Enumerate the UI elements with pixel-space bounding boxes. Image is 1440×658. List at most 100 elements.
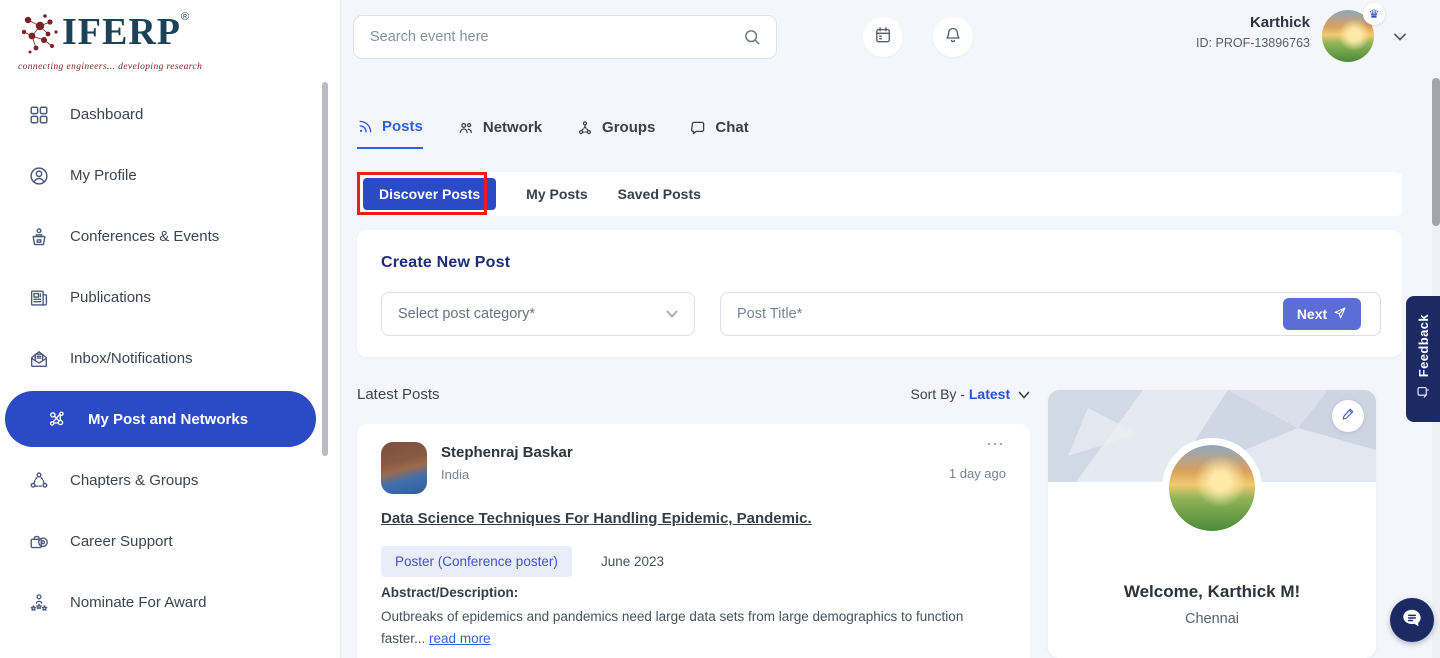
subtab-my-posts[interactable]: My Posts [526,186,587,202]
sidebar-item-label: My Profile [70,167,137,184]
sidebar-item-inbox-notifications[interactable]: Inbox/Notifications [0,328,341,389]
post-date: June 2023 [601,554,664,569]
calendar-button[interactable] [863,17,903,57]
tab-label: Groups [602,119,655,136]
post-title-link[interactable]: Data Science Techniques For Handling Epi… [381,510,1001,527]
search-icon[interactable] [742,27,776,47]
sort-by-value: Latest [969,386,1010,402]
sidebar-item-label: Dashboard [70,106,143,123]
subtab-saved-posts[interactable]: Saved Posts [618,186,701,202]
sidebar-item-my-profile[interactable]: My Profile [0,145,341,206]
profile-avatar-image[interactable] [1169,445,1255,531]
tab-chat[interactable]: Chat [689,118,748,149]
sidebar-item-label: Career Support [70,533,173,550]
hierarchy-icon [576,119,594,137]
sidebar-item-dashboard[interactable]: Dashboard [0,84,341,145]
iferp-network-logo-icon [18,10,62,61]
brand-name: IFERP [62,11,181,53]
latest-posts-heading: Latest Posts [357,386,440,403]
post-author-location: India [441,467,469,482]
post-author-name[interactable]: Stephenraj Baskar [441,444,573,461]
create-post-heading: Create New Post [381,254,510,272]
newspaper-icon [27,286,51,310]
sidebar-scrollbar[interactable] [322,82,328,456]
send-icon [1333,306,1347,323]
notifications-button[interactable] [933,17,973,57]
sort-chevron-down-icon [1018,386,1030,402]
sidebar-item-label: Inbox/Notifications [70,350,193,367]
sidebar-item-publications[interactable]: Publications [0,267,341,328]
app-root: IFERP® connecting engineers... developin… [0,0,1440,658]
user-info[interactable]: Karthick ID: PROF-13896763 [1130,14,1310,50]
user-name: Karthick [1130,14,1310,31]
chat-fab-icon [1400,606,1424,635]
sidebar-item-career-support[interactable]: Career Support [0,511,341,572]
calendar-icon [873,25,893,50]
sidebar-item-label: Publications [70,289,151,306]
post-author-avatar[interactable] [381,442,427,494]
sidebar-item-label: Chapters & Groups [70,472,198,489]
post-options-menu-icon[interactable]: ⋯ [986,434,1006,455]
sidebar-item-conferences-events[interactable]: Conferences & Events [0,206,341,267]
envelope-icon [27,347,51,371]
post-abstract-text: Outbreaks of epidemics and pandemics nee… [381,606,1009,649]
pencil-icon [1341,406,1356,426]
post-title-input[interactable] [721,293,1380,335]
sidebar: IFERP® connecting engineers... developin… [0,0,341,658]
tab-label: Posts [382,118,423,135]
post-timestamp: 1 day ago [949,466,1006,481]
brand-tagline: connecting engineers... developing resea… [18,62,298,72]
sidebar-item-chapters-groups[interactable]: Chapters & Groups [0,450,341,511]
tab-network[interactable]: Network [457,118,542,149]
next-button[interactable]: Next [1283,298,1361,330]
sidebar-item-nominate-for-award[interactable]: Nominate For Award [0,572,341,633]
chat-bubble-icon [689,119,707,137]
award-person-icon [27,591,51,615]
rss-icon [357,118,374,135]
tab-groups[interactable]: Groups [576,118,655,149]
sort-by-label: Sort By - [911,386,965,402]
profile-welcome-card: Welcome, Karthick M! Chennai [1048,390,1376,658]
welcome-message: Welcome, Karthick M! [1048,582,1376,602]
posts-subtabs: Discover Posts My Posts Saved Posts [357,172,1402,216]
sidebar-item-label: Nominate For Award [70,594,206,611]
post-category-select[interactable]: Select post category* [381,292,695,336]
feedback-tab[interactable]: Feedback [1406,296,1440,422]
groups-circle-icon [27,469,51,493]
dashboard-grid-icon [27,103,51,127]
feedback-label: Feedback [1416,314,1431,377]
profile-icon [27,164,51,188]
profile-avatar-ring [1162,438,1262,538]
podium-icon [27,225,51,249]
brand-registered-mark: ® [181,11,189,23]
subtab-discover-posts[interactable]: Discover Posts [363,178,496,210]
post-title-field [720,292,1381,336]
brand-logo[interactable]: IFERP® connecting engineers... developin… [18,10,298,72]
user-id: ID: PROF-13896763 [1130,36,1310,50]
tab-posts[interactable]: Posts [357,118,423,149]
tab-label: Chat [715,119,748,136]
sidebar-item-my-post-and-networks[interactable]: My Post and Networks [5,391,316,447]
sidebar-nav: Dashboard My Profile [0,84,341,633]
premium-crown-icon: ♛ [1363,3,1385,25]
career-target-icon [27,530,51,554]
edit-profile-button[interactable] [1332,400,1364,432]
chat-fab-button[interactable] [1390,598,1434,642]
select-chevron-down-icon [666,305,678,323]
bell-icon [943,25,963,50]
feedback-form-icon [1416,385,1430,404]
post-card: Stephenraj Baskar India ⋯ 1 day ago Data… [357,424,1030,658]
user-menu-chevron-down-icon[interactable] [1392,30,1408,48]
search-input[interactable] [354,29,742,45]
post-abstract-label: Abstract/Description: [381,585,518,600]
tab-label: Network [483,119,542,136]
search-event-box [353,15,777,59]
post-category-badge: Poster (Conference poster) [381,546,572,577]
post-category-placeholder: Select post category* [398,306,535,322]
sidebar-item-label: My Post and Networks [88,411,248,428]
profile-location: Chennai [1048,611,1376,627]
read-more-link[interactable]: read more [429,631,491,646]
create-post-card: Create New Post Select post category* Ne… [357,230,1402,357]
sort-by-control[interactable]: Sort By - Latest [900,386,1030,402]
page-scrollbar-thumb[interactable] [1432,78,1440,226]
